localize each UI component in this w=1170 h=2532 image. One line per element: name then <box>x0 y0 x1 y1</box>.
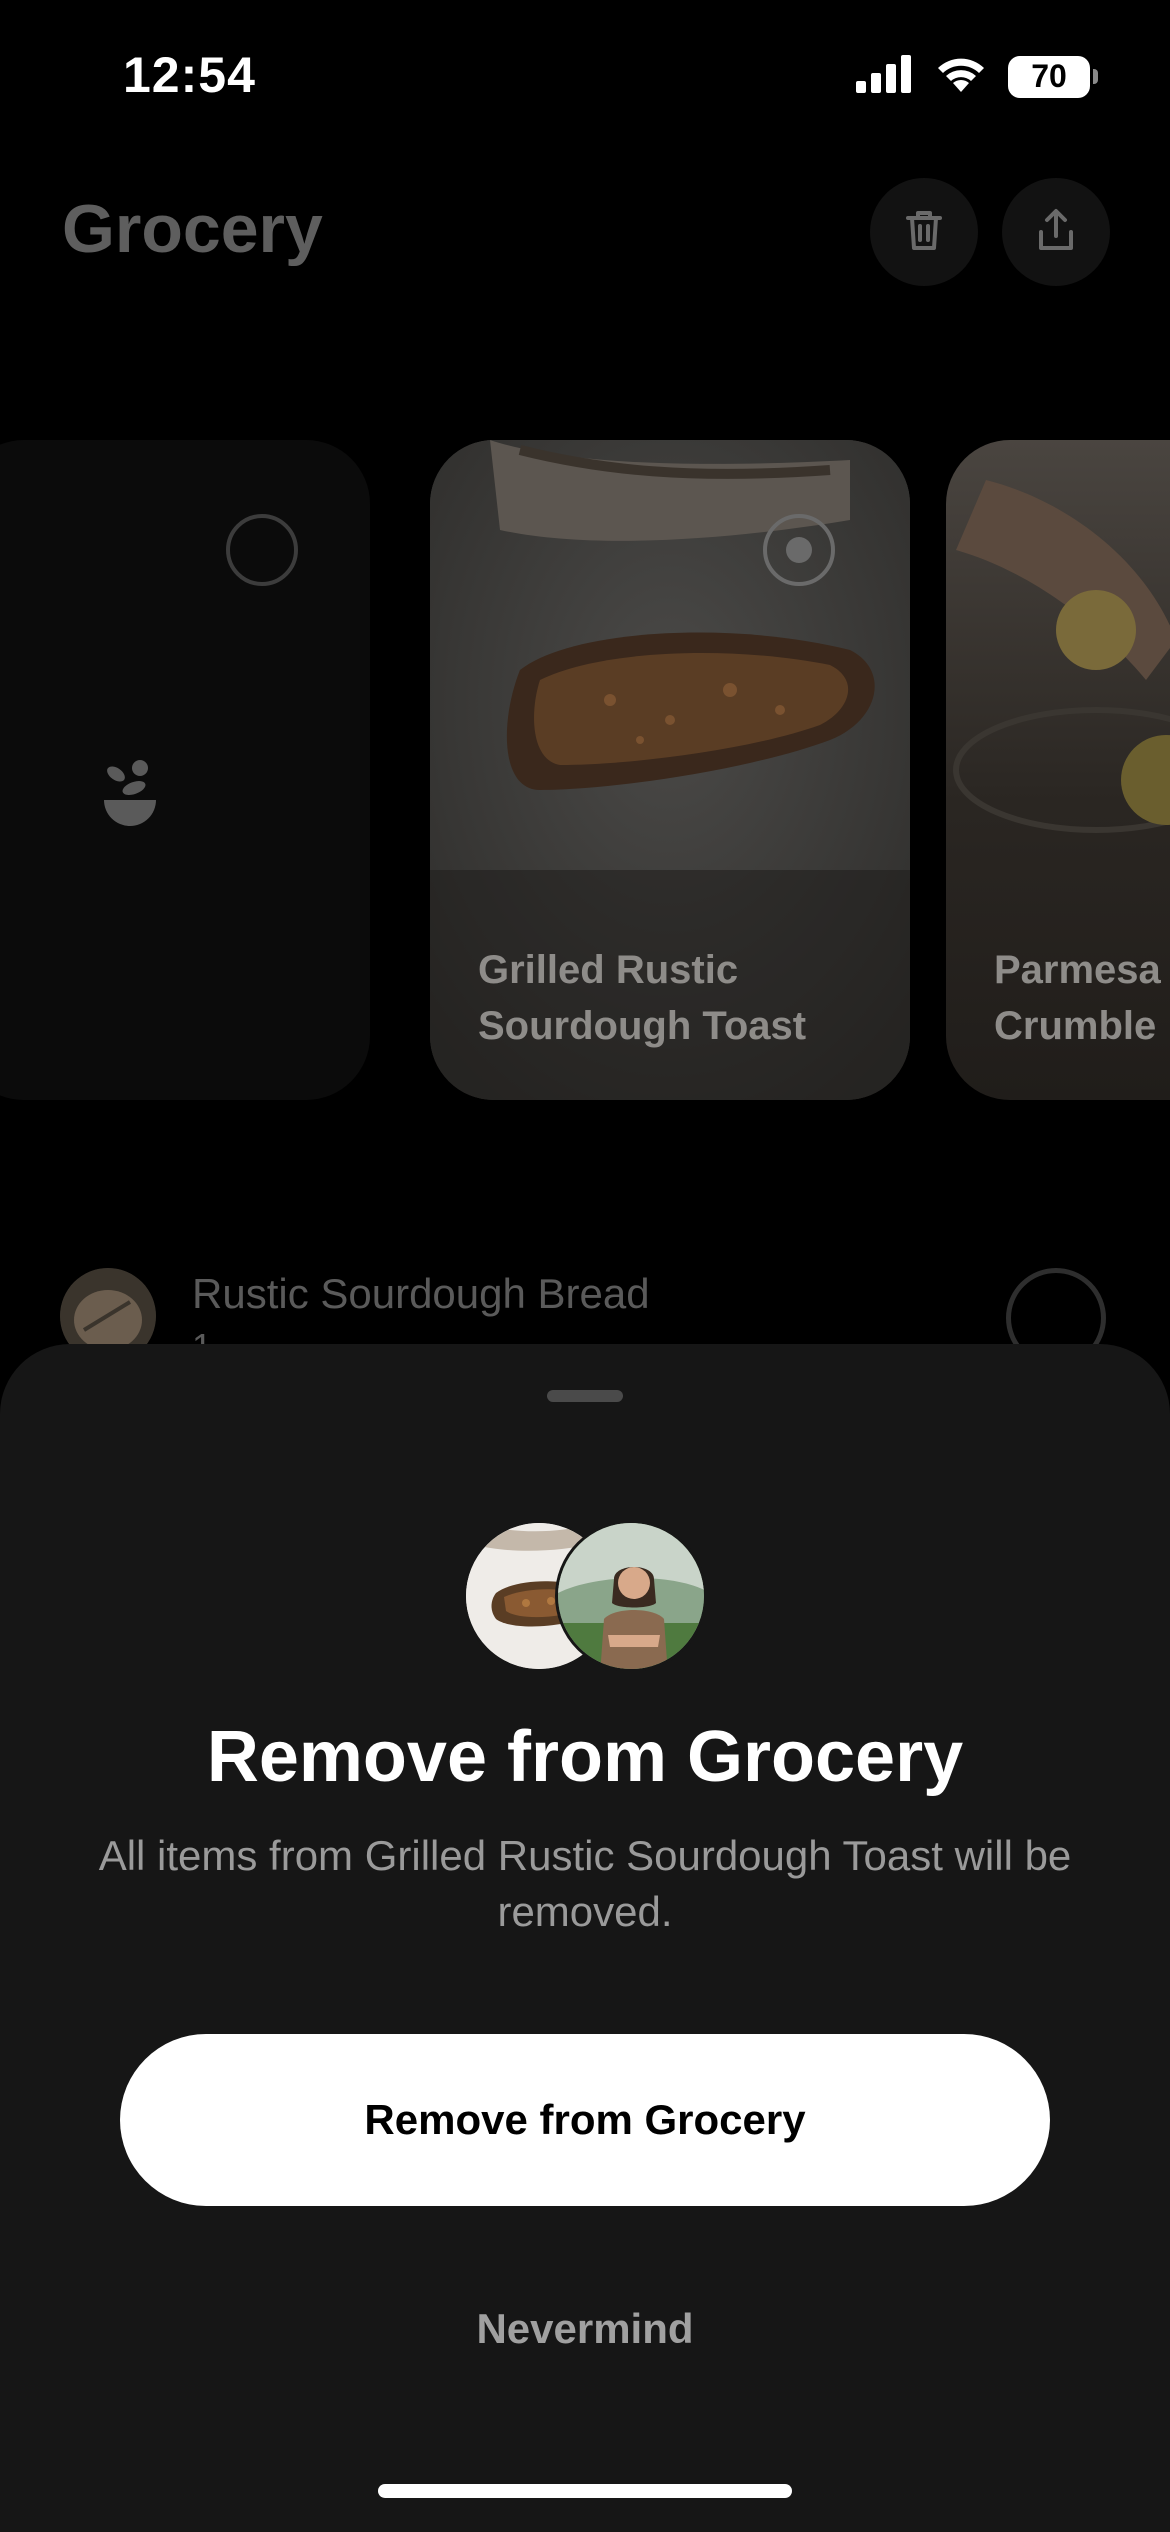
recipe-card-title: Grilled Rustic Sourdough Toast <box>478 948 807 1048</box>
chef-avatar <box>555 1520 707 1672</box>
nevermind-button[interactable]: Nevermind <box>385 2284 785 2374</box>
delete-button[interactable] <box>870 178 978 286</box>
card-select-toggle[interactable] <box>763 514 835 586</box>
trash-icon <box>904 208 944 257</box>
item-name: Rustic Sourdough Bread <box>192 1270 650 1317</box>
screen: 12:54 70 Grocery Grilled Rustic Sourdoug… <box>0 0 1170 2532</box>
avatar-group <box>463 1520 707 1672</box>
remove-from-grocery-button[interactable]: Remove from Grocery <box>120 2034 1050 2206</box>
sheet-description: All items from Grilled Rustic Sourdough … <box>98 1832 1072 1935</box>
card-select-toggle[interactable] <box>226 514 298 586</box>
share-icon <box>1036 208 1076 257</box>
sheet-grabber[interactable] <box>547 1390 623 1402</box>
remove-confirmation-sheet: Remove from Grocery All items from Grill… <box>0 1344 1170 2532</box>
recipe-card-parmesan[interactable]: Parmesa Crumble <box>946 440 1170 1100</box>
page-title: Grocery <box>62 191 323 267</box>
recipe-card-grilled-toast[interactable]: Grilled Rustic Sourdough Toast <box>430 440 910 1100</box>
sheet-title: Remove from Grocery <box>206 1717 964 1797</box>
recipe-card-placeholder[interactable] <box>0 440 370 1100</box>
home-indicator[interactable] <box>378 2484 792 2498</box>
bowl-icon <box>100 760 160 835</box>
recipe-card-title: Parmesa Crumble <box>994 948 1161 1048</box>
share-button[interactable] <box>1002 178 1110 286</box>
